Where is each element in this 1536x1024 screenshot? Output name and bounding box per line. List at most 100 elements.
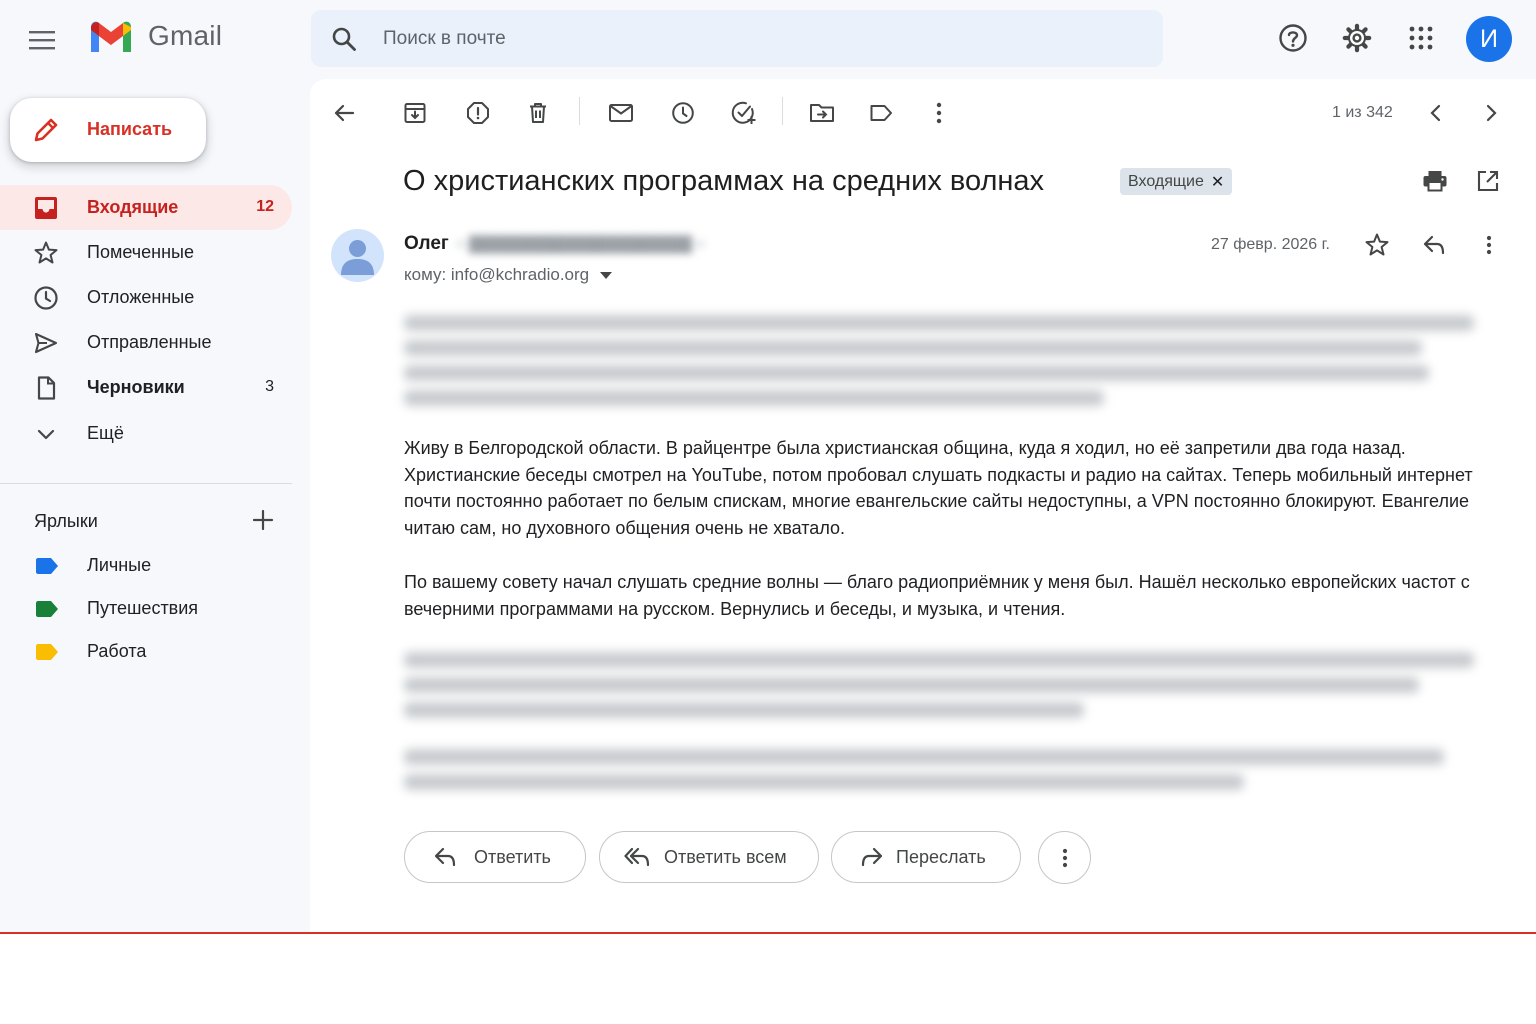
recipient-line: кому: info@kchradio.org xyxy=(404,265,590,284)
label-tag-icon xyxy=(36,644,58,660)
apps-grid-icon xyxy=(1409,26,1433,50)
sidebar-divider xyxy=(0,483,292,484)
sidebar-item-inbox[interactable]: Входящие 12 xyxy=(0,185,292,230)
label-item-work[interactable]: Работа xyxy=(0,632,292,672)
more-vert-icon xyxy=(1062,848,1067,867)
more-vert-icon xyxy=(936,102,942,124)
sender-name[interactable]: Олег xyxy=(404,233,449,255)
top-header: Gmail Поиск в почте И xyxy=(0,0,1536,78)
message-paragraph: По вашему совету начал слушать средние в… xyxy=(404,572,1470,619)
delete-button[interactable] xyxy=(522,97,554,129)
inbox-icon xyxy=(35,197,57,219)
mark-unread-button[interactable] xyxy=(605,97,637,129)
newer-button[interactable] xyxy=(1420,97,1452,129)
sidebar-item-label: Черновики xyxy=(87,377,185,397)
compose-button[interactable]: Написать xyxy=(10,98,206,162)
label-name: Работа xyxy=(87,641,147,661)
message-date: 27 февр. 2026 г. xyxy=(1211,236,1330,253)
reply-button[interactable] xyxy=(1418,229,1450,261)
print-button[interactable] xyxy=(1419,165,1451,197)
search-bar[interactable] xyxy=(311,10,1163,67)
star-icon xyxy=(34,241,58,264)
main-menu-button[interactable] xyxy=(22,20,62,60)
star-button[interactable] xyxy=(1361,229,1393,261)
add-to-tasks-button[interactable] xyxy=(728,97,760,129)
sidebar-item-label: Входящие xyxy=(87,197,179,217)
caret-down-icon[interactable] xyxy=(600,272,612,280)
search-icon[interactable] xyxy=(331,26,357,52)
account-avatar[interactable]: И xyxy=(1466,16,1512,62)
trash-icon xyxy=(530,103,546,123)
blurred-paragraph xyxy=(404,652,1479,727)
hamburger-icon xyxy=(29,31,55,50)
report-spam-button[interactable] xyxy=(462,97,494,129)
sidebar-item-label: Ещё xyxy=(87,423,124,443)
sidebar-item-more[interactable]: Ещё xyxy=(0,411,292,456)
clock-icon xyxy=(672,102,694,124)
plus-icon[interactable] xyxy=(250,507,276,533)
label-tag-icon xyxy=(36,601,58,617)
label-tag-icon xyxy=(36,558,58,574)
message-view: 1 из 342 О христианских программах на ср… xyxy=(310,79,1536,932)
sidebar-item-snoozed[interactable]: Отложенные xyxy=(0,275,292,320)
bottom-divider xyxy=(0,932,1536,934)
person-icon xyxy=(341,240,374,275)
reply-all-action-button[interactable]: Ответить всем xyxy=(599,831,819,883)
blurred-paragraph xyxy=(404,315,1479,415)
sidebar-item-label: Отправленные xyxy=(87,332,212,352)
open-in-new-icon xyxy=(1477,170,1499,192)
label-name: Путешествия xyxy=(87,598,199,618)
sidebar-item-starred[interactable]: Помеченные xyxy=(0,230,292,275)
send-icon xyxy=(34,332,58,354)
folder-move-icon xyxy=(810,104,834,122)
more-actions-button[interactable] xyxy=(1038,831,1091,884)
archive-icon xyxy=(404,103,426,123)
label-icon xyxy=(870,105,892,121)
blurred-paragraph xyxy=(404,749,1479,799)
reply-action-button[interactable]: Ответить xyxy=(404,831,586,883)
forward-action-label: Переслать xyxy=(896,847,986,867)
message-paragraph: Живу в Белгородской области. В райцентре… xyxy=(404,438,1473,538)
sidebar-item-label: Помеченные xyxy=(87,242,194,262)
sidebar-item-drafts[interactable]: Черновики 3 xyxy=(0,365,292,410)
pencil-icon xyxy=(34,118,58,142)
sidebar-item-sent[interactable]: Отправленные xyxy=(0,320,292,365)
reply-all-icon xyxy=(624,847,650,867)
inbox-label-chip: Входящие ✕ xyxy=(1120,168,1233,195)
chip-label: Входящие xyxy=(1128,172,1204,190)
label-item-personal[interactable]: Личные xyxy=(0,546,292,586)
gear-icon xyxy=(1342,23,1372,53)
toolbar-divider xyxy=(782,97,783,125)
forward-action-button[interactable]: Переслать xyxy=(831,831,1021,883)
apps-button[interactable] xyxy=(1401,18,1441,58)
labels-heading: Ярлыки xyxy=(34,511,98,531)
search-input[interactable] xyxy=(383,10,1143,67)
message-subject: О христианских программах на средних вол… xyxy=(403,165,1045,197)
back-button[interactable] xyxy=(328,97,360,129)
help-icon xyxy=(1279,24,1307,52)
forward-icon xyxy=(861,847,883,867)
open-new-window-button[interactable] xyxy=(1472,165,1504,197)
compose-label: Написать xyxy=(87,119,173,139)
settings-button[interactable] xyxy=(1337,18,1377,58)
snooze-button[interactable] xyxy=(667,97,699,129)
help-button[interactable] xyxy=(1273,18,1313,58)
message-more-button[interactable] xyxy=(1473,229,1505,261)
labels-button[interactable] xyxy=(865,97,897,129)
older-button[interactable] xyxy=(1475,97,1507,129)
printer-icon xyxy=(1423,171,1447,192)
reply-icon xyxy=(434,847,456,867)
chevron-right-icon xyxy=(1486,104,1497,122)
gmail-logo[interactable]: Gmail xyxy=(88,18,222,54)
archive-button[interactable] xyxy=(399,97,431,129)
move-to-button[interactable] xyxy=(806,97,838,129)
reply-icon xyxy=(1423,235,1445,255)
more-options-button[interactable] xyxy=(923,97,955,129)
remove-label-icon[interactable]: ✕ xyxy=(1211,172,1224,192)
file-icon xyxy=(37,376,56,400)
sidebar-item-label: Отложенные xyxy=(87,287,195,307)
sender-avatar xyxy=(331,229,384,282)
label-item-travel[interactable]: Путешествия xyxy=(0,589,292,629)
gmail-wordmark: Gmail xyxy=(148,20,223,51)
gmail-m-icon xyxy=(91,21,131,52)
